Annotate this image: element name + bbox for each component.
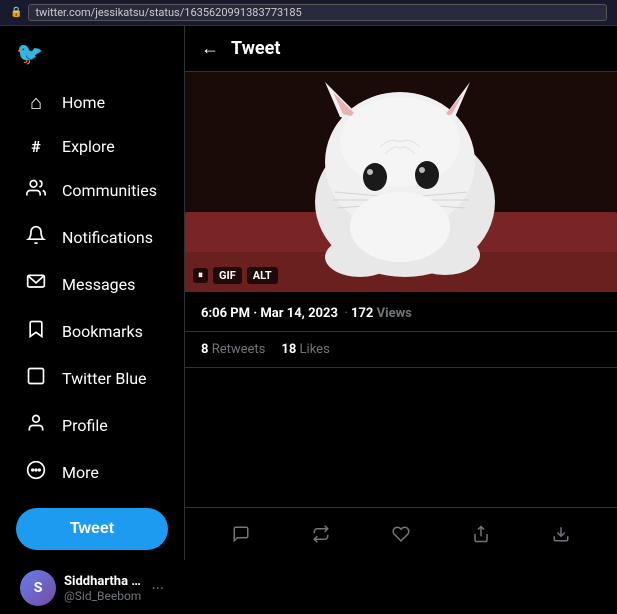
- avatar: S: [20, 570, 56, 606]
- more-icon: [24, 460, 48, 485]
- sidebar-item-label: Profile: [62, 416, 108, 435]
- sidebar-item-label: Twitter Blue: [62, 369, 147, 388]
- back-button[interactable]: ←: [201, 38, 219, 59]
- sidebar-item-label: Messages: [62, 275, 135, 294]
- sidebar-item-profile[interactable]: Profile: [8, 403, 176, 448]
- sidebar-item-twitter-blue[interactable]: Twitter Blue: [8, 356, 176, 401]
- tweet-media: ⏸ GIF ALT: [185, 72, 617, 292]
- url-bar[interactable]: twitter.com/jessikatsu/status/1635620991…: [28, 4, 607, 21]
- share-button[interactable]: [463, 516, 499, 552]
- tweet-page-title: Tweet: [231, 38, 280, 59]
- like-count[interactable]: 18 Likes: [281, 342, 329, 357]
- home-icon: ⌂: [24, 90, 48, 115]
- sidebar-item-label: Communities: [62, 181, 157, 200]
- tweet-header: ← Tweet: [185, 26, 617, 72]
- sidebar-item-bookmarks[interactable]: Bookmarks: [8, 309, 176, 354]
- retweet-count[interactable]: 8 Retweets: [201, 342, 265, 357]
- alt-badge[interactable]: ALT: [247, 267, 278, 284]
- communities-icon: [24, 178, 48, 203]
- bookmark-icon: [24, 319, 48, 344]
- sidebar-item-label: Notifications: [62, 228, 153, 247]
- tweet-actions: [185, 507, 617, 560]
- retweet-button[interactable]: [303, 516, 339, 552]
- sidebar-item-notifications[interactable]: Notifications: [8, 215, 176, 260]
- download-button[interactable]: [543, 516, 579, 552]
- gif-badge: GIF: [213, 267, 242, 284]
- sidebar-item-label: Bookmarks: [62, 322, 143, 341]
- sidebar-item-communities[interactable]: Communities: [8, 168, 176, 213]
- explore-icon: #: [24, 137, 48, 156]
- like-button[interactable]: [383, 516, 419, 552]
- sidebar-item-explore[interactable]: # Explore: [8, 127, 176, 166]
- profile-icon: [24, 413, 48, 438]
- user-profile-button[interactable]: S Siddhartha Sama… @Sid_Beebom ···: [8, 562, 176, 614]
- tweet-button[interactable]: Tweet: [16, 508, 168, 550]
- twitter-logo[interactable]: 🐦: [0, 34, 184, 79]
- sidebar-item-label: More: [62, 463, 99, 482]
- sidebar-item-label: Home: [62, 93, 105, 112]
- tweet-meta: 6:06 PM · Mar 14, 2023 · 172 Views: [185, 292, 617, 332]
- sidebar-item-more[interactable]: More: [8, 450, 176, 495]
- messages-icon: [24, 272, 48, 297]
- main-content: ← Tweet: [185, 26, 617, 560]
- sidebar-item-messages[interactable]: Messages: [8, 262, 176, 307]
- sidebar: 🐦 ⌂ Home # Explore Communities: [0, 26, 185, 560]
- main-layout: 🐦 ⌂ Home # Explore Communities: [0, 26, 617, 560]
- sidebar-item-home[interactable]: ⌂ Home: [8, 80, 176, 125]
- bell-icon: [24, 225, 48, 250]
- tweet-body: ⏸ GIF ALT 6:06 PM · Mar 14, 2023 · 172 V…: [185, 72, 617, 507]
- tweet-stats: 8 Retweets 18 Likes: [185, 332, 617, 368]
- user-menu-dots[interactable]: ···: [151, 579, 164, 598]
- user-display-name: Siddhartha Sama…: [64, 574, 143, 589]
- address-bar: 🔒 twitter.com/jessikatsu/status/16356209…: [0, 0, 617, 26]
- sidebar-item-label: Explore: [62, 137, 115, 156]
- play-pause-button[interactable]: ⏸: [193, 268, 208, 283]
- media-controls: ⏸ GIF ALT: [193, 267, 278, 284]
- cat-image: [185, 72, 617, 292]
- twitter-blue-icon: [24, 366, 48, 391]
- lock-icon: 🔒: [10, 7, 22, 18]
- comment-button[interactable]: [223, 516, 259, 552]
- user-info: Siddhartha Sama… @Sid_Beebom: [64, 574, 143, 603]
- user-handle: @Sid_Beebom: [64, 589, 143, 603]
- tweet-timestamp: 6:06 PM · Mar 14, 2023 · 172 Views: [201, 306, 412, 321]
